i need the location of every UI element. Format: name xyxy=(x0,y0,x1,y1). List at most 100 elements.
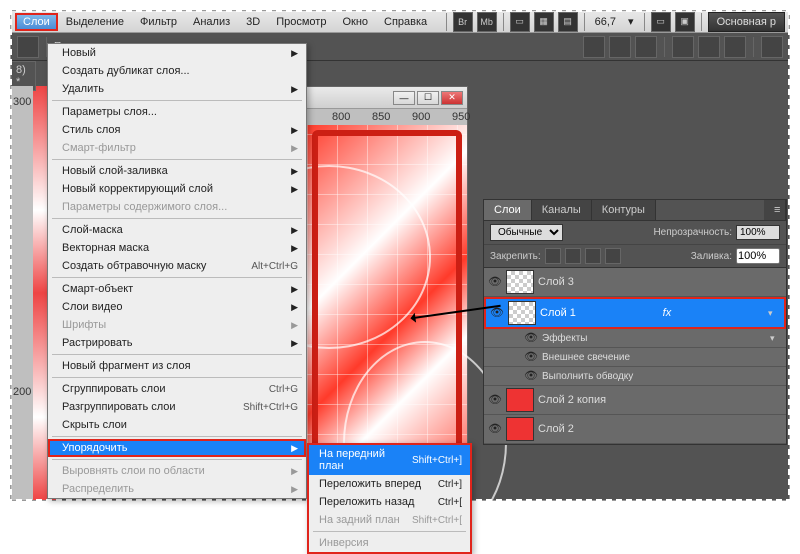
layer-row[interactable]: 👁Слой 2 xyxy=(484,415,786,444)
layers-panel: Слои Каналы Контуры ≡ Обычные Непрозрачн… xyxy=(483,199,787,445)
menu-item[interactable]: Слои видео▶ xyxy=(48,298,306,316)
workspace-button[interactable]: Основная р xyxy=(708,12,785,32)
menu-item[interactable]: Векторная маска▶ xyxy=(48,239,306,257)
layer-row[interactable]: 👁Слой 1fx▾ xyxy=(484,297,786,329)
menu-item[interactable]: Разгруппировать слоиShift+Ctrl+G xyxy=(48,398,306,416)
menu-view[interactable]: Просмотр xyxy=(268,13,334,31)
layer-row[interactable]: 👁 Эффекты ▾ xyxy=(484,329,786,348)
menu-item[interactable]: Смарт-объект▶ xyxy=(48,280,306,298)
screen-mode-icon[interactable]: ▭ xyxy=(510,12,530,32)
menu-item[interactable]: Скрыть слои xyxy=(48,416,306,434)
visibility-icon[interactable]: 👁 xyxy=(524,369,538,383)
menu-item[interactable]: Распределить▶ xyxy=(48,480,306,498)
opacity-input[interactable] xyxy=(736,225,780,240)
tool-preset-icon[interactable] xyxy=(17,36,39,58)
lock-label: Закрепить: xyxy=(490,251,541,262)
visibility-icon[interactable]: 👁 xyxy=(490,306,504,320)
window-titlebar[interactable]: — ☐ ✕ xyxy=(307,87,467,109)
autoalign-icon[interactable] xyxy=(761,36,783,58)
tab-paths[interactable]: Контуры xyxy=(592,200,656,220)
fill-label: Заливка: xyxy=(691,251,732,262)
menu-item[interactable]: Слой-маска▶ xyxy=(48,221,306,239)
menu-select[interactable]: Выделение xyxy=(58,13,132,31)
zoom-value[interactable]: 66,7 xyxy=(595,16,616,28)
lock-position-icon[interactable] xyxy=(585,248,601,264)
screenmode-icon[interactable]: ▣ xyxy=(675,12,695,32)
layer-row[interactable]: 👁 Слой 2 копия xyxy=(484,386,786,415)
layer-thumb xyxy=(506,417,534,441)
menu-analysis[interactable]: Анализ xyxy=(185,13,238,31)
lock-all-icon[interactable] xyxy=(605,248,621,264)
menu-item[interactable]: Сгруппировать слоиCtrl+G xyxy=(48,380,306,398)
menu-item[interactable]: Параметры слоя... xyxy=(48,103,306,121)
panel-menu-icon[interactable]: ≡ xyxy=(764,200,786,220)
menu-item[interactable]: Создать обтравочную маскуAlt+Ctrl+G xyxy=(48,257,306,275)
arrange-icon[interactable]: ▭ xyxy=(651,12,671,32)
layer-name: Внешнее свечение xyxy=(542,352,630,363)
visibility-icon[interactable]: 👁 xyxy=(488,422,502,436)
horizontal-ruler: 800850900950 xyxy=(307,109,467,125)
fill-input[interactable] xyxy=(736,248,780,264)
minibridge-icon[interactable]: Mb xyxy=(477,12,497,32)
lock-pixels-icon[interactable] xyxy=(565,248,581,264)
guides-icon[interactable]: ▤ xyxy=(558,12,578,32)
menu-item[interactable]: Новый фрагмент из слоя xyxy=(48,357,306,375)
menu-help[interactable]: Справка xyxy=(376,13,435,31)
lock-transparency-icon[interactable] xyxy=(545,248,561,264)
arrange-submenu: На передний планShift+Ctrl+]Переложить в… xyxy=(307,443,472,554)
visibility-icon[interactable]: 👁 xyxy=(524,331,538,345)
extras-icon[interactable]: ▦ xyxy=(534,12,554,32)
menu-item[interactable]: Новый▶ xyxy=(48,44,306,62)
minimize-button[interactable]: — xyxy=(393,91,415,105)
layer-thumb xyxy=(508,301,536,325)
submenu-item[interactable]: Инверсия xyxy=(309,534,470,552)
menu-item[interactable]: Выровнять слои по области▶ xyxy=(48,462,306,480)
submenu-item[interactable]: Переложить назадCtrl+[ xyxy=(309,493,470,511)
menu-item[interactable]: Параметры содержимого слоя... xyxy=(48,198,306,216)
menu-item[interactable]: Стиль слоя▶ xyxy=(48,121,306,139)
layer-name: Эффекты xyxy=(542,333,587,344)
layer-thumb xyxy=(506,388,534,412)
menu-item[interactable]: Новый слой-заливка▶ xyxy=(48,162,306,180)
align-icon[interactable] xyxy=(609,36,631,58)
submenu-item[interactable]: На передний планShift+Ctrl+] xyxy=(309,445,470,475)
menu-bar: Слои Выделение Фильтр Анализ 3D Просмотр… xyxy=(11,11,789,33)
menu-3d[interactable]: 3D xyxy=(238,13,268,31)
submenu-item[interactable]: На задний планShift+Ctrl+[ xyxy=(309,511,470,529)
visibility-icon[interactable]: 👁 xyxy=(524,350,538,364)
menu-item[interactable]: Смарт-фильтр▶ xyxy=(48,139,306,157)
distribute-icon[interactable] xyxy=(724,36,746,58)
menu-item[interactable]: Шрифты▶ xyxy=(48,316,306,334)
submenu-item[interactable]: Переложить впередCtrl+] xyxy=(309,475,470,493)
layer-name: Выполнить обводку xyxy=(542,371,633,382)
opacity-label: Непрозрачность: xyxy=(653,227,732,238)
visibility-icon[interactable]: 👁 xyxy=(488,393,502,407)
menu-item[interactable]: Упорядочить▶ xyxy=(48,439,306,457)
layer-name: Слой 2 копия xyxy=(538,394,606,406)
visibility-icon[interactable]: 👁 xyxy=(488,275,502,289)
layer-row[interactable]: 👁Слой 3 xyxy=(484,268,786,297)
effects-toggle[interactable]: ▾ xyxy=(770,333,782,344)
menu-filter[interactable]: Фильтр xyxy=(132,13,185,31)
menu-item[interactable]: Удалить▶ xyxy=(48,80,306,98)
canvas[interactable] xyxy=(307,125,467,495)
align-icon[interactable] xyxy=(635,36,657,58)
menu-item[interactable]: Новый корректирующий слой▶ xyxy=(48,180,306,198)
tab-channels[interactable]: Каналы xyxy=(532,200,592,220)
menu-item[interactable]: Создать дубликат слоя... xyxy=(48,62,306,80)
layer-row[interactable]: 👁 Выполнить обводку xyxy=(484,367,786,386)
menu-layers[interactable]: Слои xyxy=(15,13,58,31)
menu-window[interactable]: Окно xyxy=(334,13,376,31)
layer-thumb xyxy=(506,270,534,294)
fx-badge[interactable]: fx xyxy=(663,307,672,319)
menu-item[interactable]: Растрировать▶ xyxy=(48,334,306,352)
distribute-icon[interactable] xyxy=(672,36,694,58)
align-icon[interactable] xyxy=(583,36,605,58)
distribute-icon[interactable] xyxy=(698,36,720,58)
layer-row[interactable]: 👁 Внешнее свечение xyxy=(484,348,786,367)
bridge-icon[interactable]: Br xyxy=(453,12,473,32)
blend-mode-select[interactable]: Обычные xyxy=(490,224,563,241)
close-button[interactable]: ✕ xyxy=(441,91,463,105)
tab-layers[interactable]: Слои xyxy=(484,200,532,220)
maximize-button[interactable]: ☐ xyxy=(417,91,439,105)
